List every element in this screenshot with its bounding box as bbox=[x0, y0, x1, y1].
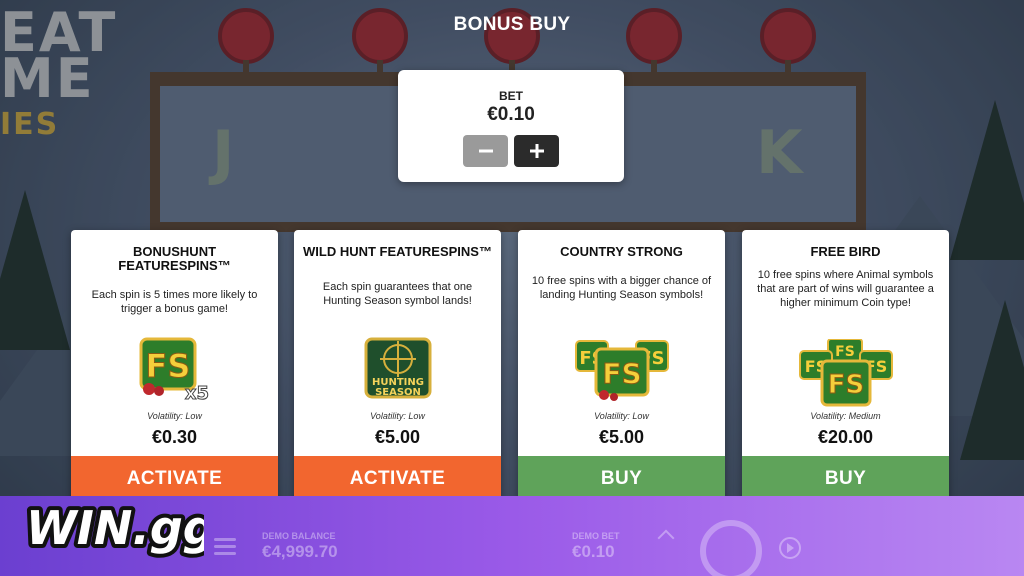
demo-balance-value: €4,999.70 bbox=[262, 542, 338, 561]
demo-bet-value: €0.10 bbox=[572, 542, 615, 561]
card-description: 10 free spins with a bigger chance of la… bbox=[531, 275, 712, 301]
svg-text:FS: FS bbox=[145, 347, 190, 385]
card-title: BONUSHUNT FEATURESPINS™ bbox=[118, 244, 231, 273]
brand-logo: WIN.gg WIN.gg bbox=[22, 492, 220, 567]
volatility-label: Volatility: Low bbox=[594, 411, 649, 421]
card-title: WILD HUNT FEATURESPINS™ bbox=[303, 244, 492, 259]
svg-text:FS: FS bbox=[827, 370, 864, 400]
svg-text:WIN.gg: WIN.gg bbox=[26, 501, 204, 555]
card-description: 10 free spins where Animal symbols that … bbox=[757, 269, 934, 309]
bet-value: €0.10 bbox=[487, 104, 535, 125]
autoplay-icon[interactable] bbox=[779, 537, 801, 559]
svg-text:FS: FS bbox=[835, 344, 855, 360]
feature-card-wild-hunt: WILD HUNT FEATURESPINS™ Each spin guaran… bbox=[294, 230, 501, 502]
card-description: Each spin guarantees that one Hunting Se… bbox=[322, 281, 473, 307]
fs-stack-symbol-icon: FS FS FS FS bbox=[742, 334, 949, 414]
bet-label: BET bbox=[499, 89, 523, 103]
card-title: COUNTRY STRONG bbox=[560, 244, 683, 259]
feature-card-free-bird: FREE BIRD 10 free spins where Animal sym… bbox=[742, 230, 949, 502]
page-title: BONUS BUY bbox=[453, 14, 571, 35]
feature-card-country-strong: COUNTRY STRONG 10 free spins with a bigg… bbox=[518, 230, 725, 502]
card-price: €20.00 bbox=[817, 427, 874, 447]
demo-bet-label: DEMO BET bbox=[572, 531, 620, 541]
spin-button[interactable] bbox=[700, 520, 762, 576]
demo-balance-label: DEMO BALANCE bbox=[262, 531, 336, 541]
card-price: €5.00 bbox=[374, 427, 421, 447]
card-price: €5.00 bbox=[598, 427, 645, 447]
bet-panel: BET €0.10 bbox=[398, 70, 624, 182]
volatility-label: Volatility: Low bbox=[370, 411, 425, 421]
card-description: Each spin is 5 times more likely to trig… bbox=[91, 289, 258, 315]
minus-icon bbox=[478, 149, 493, 153]
svg-text:FS: FS bbox=[602, 357, 641, 390]
decrease-bet-button[interactable] bbox=[463, 135, 508, 167]
card-price: €0.30 bbox=[151, 427, 198, 447]
plus-icon bbox=[529, 144, 544, 158]
svg-text:SEASON: SEASON bbox=[375, 387, 421, 398]
menu-icon[interactable] bbox=[214, 538, 236, 559]
increase-bet-button[interactable] bbox=[514, 135, 559, 167]
volatility-label: Volatility: Low bbox=[147, 411, 202, 421]
fs-stack-symbol-icon: FS FS FS bbox=[518, 328, 725, 408]
volatility-label: Volatility: Medium bbox=[810, 411, 881, 421]
fs-x5-symbol-icon: FS x5 bbox=[71, 328, 278, 408]
feature-card-bonushunt: BONUSHUNT FEATURESPINS™ Each spin is 5 t… bbox=[71, 230, 278, 502]
card-title: FREE BIRD bbox=[810, 244, 881, 259]
hunting-season-symbol-icon: HUNTING SEASON bbox=[294, 328, 501, 408]
svg-text:x5: x5 bbox=[184, 383, 208, 404]
